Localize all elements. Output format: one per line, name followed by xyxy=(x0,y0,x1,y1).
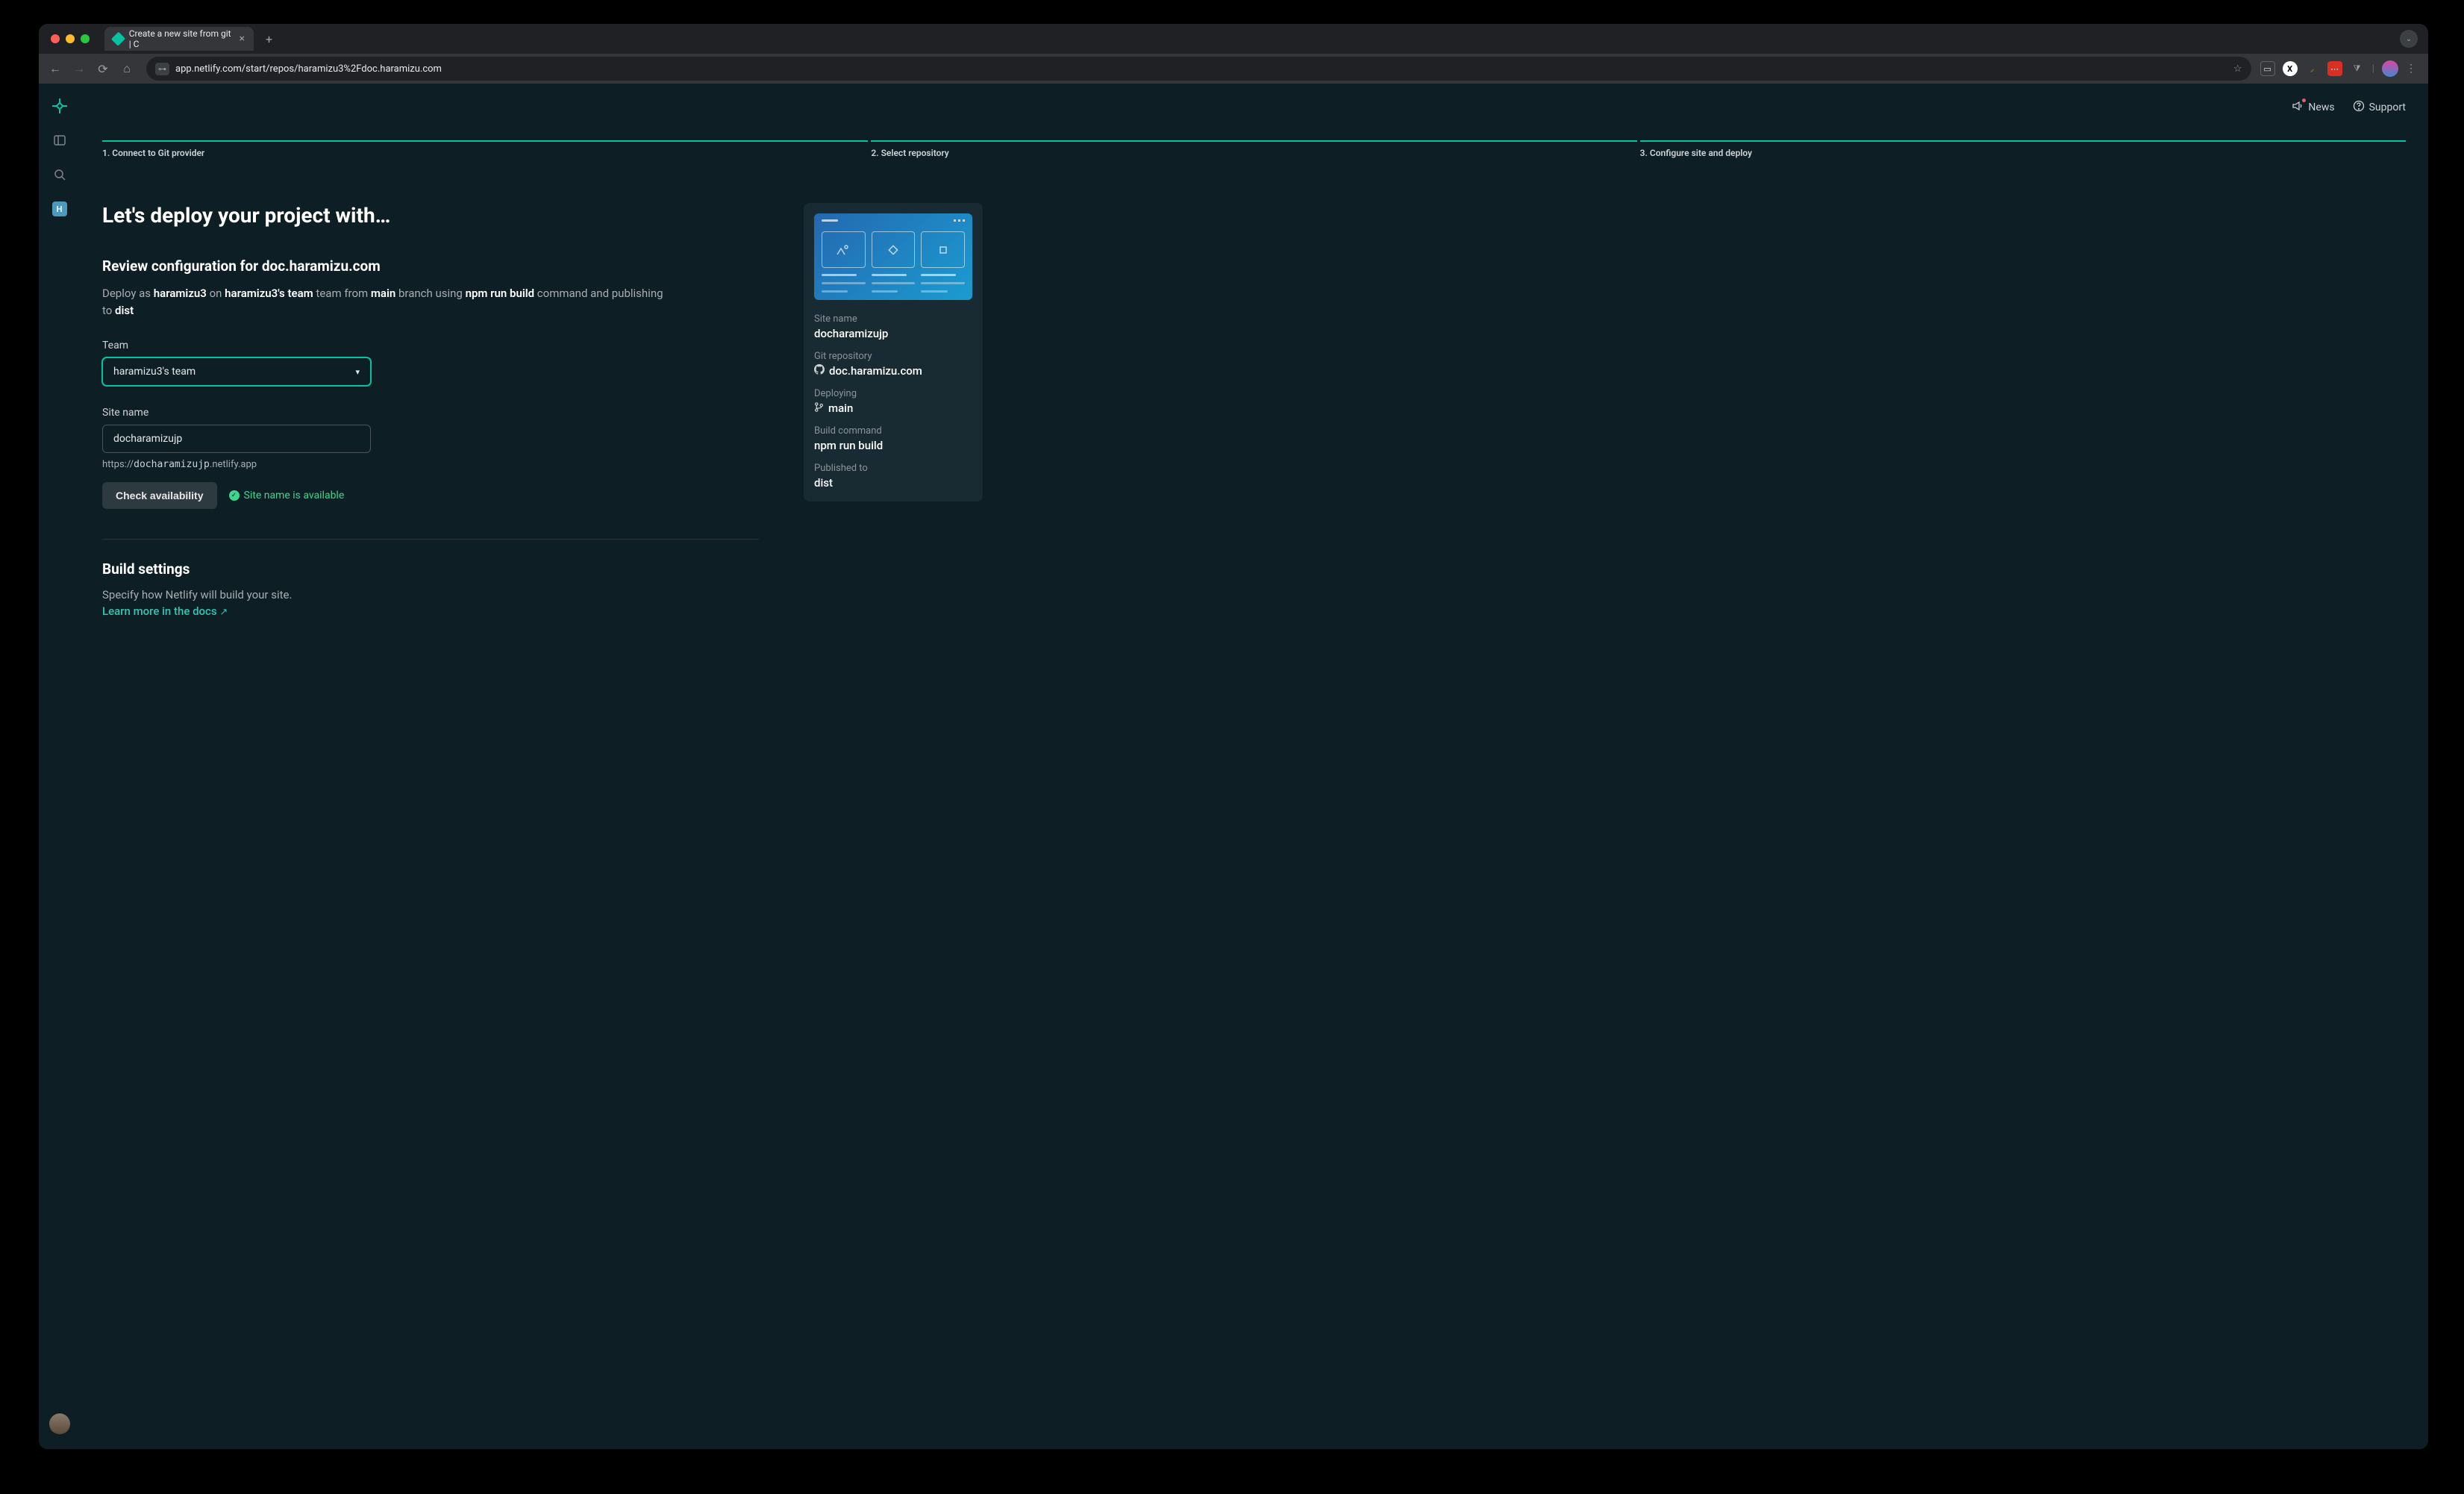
url-text: app.netlify.com/start/repos/haramizu3%2F… xyxy=(175,63,442,75)
main-content: News Support 1. Connect to Git provider … xyxy=(80,84,2428,1449)
support-link[interactable]: Support xyxy=(2353,100,2406,115)
build-settings-heading: Build settings xyxy=(102,560,759,578)
close-tab-icon[interactable]: × xyxy=(240,33,245,45)
browser-tab-bar: Create a new site from git | C × + ⌄ xyxy=(39,24,2428,54)
deploy-description: Deploy as haramizu3 on haramizu3's team … xyxy=(102,285,669,319)
url-bar[interactable]: ⊶ app.netlify.com/start/repos/haramizu3%… xyxy=(146,57,2251,81)
sitename-input[interactable] xyxy=(113,433,360,445)
summary-git-value: doc.haramizu.com xyxy=(814,364,972,378)
maximize-window-button[interactable] xyxy=(81,34,90,43)
help-icon xyxy=(2353,100,2365,115)
availability-status: ✓ Site name is available xyxy=(229,490,345,501)
forward-button[interactable]: → xyxy=(69,58,90,79)
extension-icon[interactable]: X xyxy=(2283,61,2298,76)
netlify-favicon xyxy=(111,32,125,46)
summary-hero-image xyxy=(814,213,972,300)
browser-menu-icon[interactable]: ⋮ xyxy=(2406,63,2416,75)
check-icon: ✓ xyxy=(229,490,240,501)
step-connect[interactable]: 1. Connect to Git provider xyxy=(102,140,868,158)
page-title: Let's deploy your project with… xyxy=(102,203,759,228)
new-tab-button[interactable]: + xyxy=(260,32,278,46)
learn-more-link[interactable]: Learn more in the docs ↗ xyxy=(102,604,228,618)
extension-icon[interactable]: ⸝ xyxy=(2305,61,2320,76)
summary-sitename-value: docharamizujp xyxy=(814,327,972,340)
tab-title: Create a new site from git | C xyxy=(129,28,234,49)
minimize-window-button[interactable] xyxy=(66,34,75,43)
summary-card: Site name docharamizujp Git repository d… xyxy=(804,203,983,501)
browser-nav-bar: ← → ⟳ ⌂ ⊶ app.netlify.com/start/repos/ha… xyxy=(39,54,2428,84)
netlify-logo[interactable] xyxy=(46,93,73,119)
bookmark-icon[interactable]: ☆ xyxy=(2233,63,2242,75)
window-controls xyxy=(42,34,99,43)
team-select[interactable]: haramizu3's team ▾ xyxy=(102,357,371,386)
extension-icons: ▭ X ⸝ ⋯ ⧩ | ⋮ xyxy=(2260,60,2422,77)
branch-icon xyxy=(814,402,824,415)
team-badge[interactable]: H xyxy=(46,196,73,222)
summary-buildcmd-label: Build command xyxy=(814,425,972,437)
external-link-icon: ↗ xyxy=(219,607,228,618)
check-availability-button[interactable]: Check availability xyxy=(102,482,217,509)
summary-sitename-label: Site name xyxy=(814,313,972,325)
home-button[interactable]: ⌂ xyxy=(116,58,137,79)
megaphone-icon xyxy=(2292,100,2304,115)
summary-published-label: Published to xyxy=(814,463,972,474)
app-viewport: H News Support xyxy=(39,84,2428,1449)
stepper: 1. Connect to Git provider 2. Select rep… xyxy=(102,140,2406,158)
extensions-button[interactable]: ⧩ xyxy=(2350,61,2365,76)
url-preview: https://docharamizujp.netlify.app xyxy=(102,459,371,470)
extension-icon[interactable]: ⋯ xyxy=(2327,61,2342,76)
tab-overflow-button[interactable]: ⌄ xyxy=(2400,30,2418,48)
profile-avatar[interactable] xyxy=(2382,60,2398,77)
site-info-icon[interactable]: ⊶ xyxy=(155,63,169,75)
summary-git-label: Git repository xyxy=(814,351,972,362)
sitename-input-wrap[interactable] xyxy=(102,425,371,453)
review-heading: Review configuration for doc.haramizu.co… xyxy=(102,257,759,275)
divider xyxy=(102,539,759,540)
close-window-button[interactable] xyxy=(51,34,60,43)
search-icon[interactable] xyxy=(46,161,73,188)
summary-deploying-value: main xyxy=(814,401,972,415)
sitename-label: Site name xyxy=(102,407,371,419)
user-avatar[interactable] xyxy=(49,1413,70,1434)
step-configure[interactable]: 3. Configure site and deploy xyxy=(1640,140,2406,158)
reload-button[interactable]: ⟳ xyxy=(93,58,113,79)
team-label: Team xyxy=(102,340,371,351)
news-link[interactable]: News xyxy=(2292,100,2334,115)
build-settings-subtext: Specify how Netlify will build your site… xyxy=(102,588,759,601)
summary-buildcmd-value: npm run build xyxy=(814,439,972,452)
chevron-down-icon: ▾ xyxy=(355,367,360,377)
left-rail: H xyxy=(39,84,80,1449)
summary-deploying-label: Deploying xyxy=(814,388,972,399)
browser-window: Create a new site from git | C × + ⌄ ← →… xyxy=(39,24,2428,1449)
extension-icon[interactable]: ▭ xyxy=(2260,61,2275,76)
top-links: News Support xyxy=(2292,100,2406,115)
github-icon xyxy=(814,364,825,378)
summary-published-value: dist xyxy=(814,476,972,490)
browser-tab[interactable]: Create a new site from git | C × xyxy=(104,27,254,51)
back-button[interactable]: ← xyxy=(45,58,66,79)
team-field: Team haramizu3's team ▾ xyxy=(102,340,371,386)
panel-icon[interactable] xyxy=(46,127,73,154)
step-select[interactable]: 2. Select repository xyxy=(871,140,1636,158)
sitename-field: Site name https://docharamizujp.netlify.… xyxy=(102,407,371,509)
